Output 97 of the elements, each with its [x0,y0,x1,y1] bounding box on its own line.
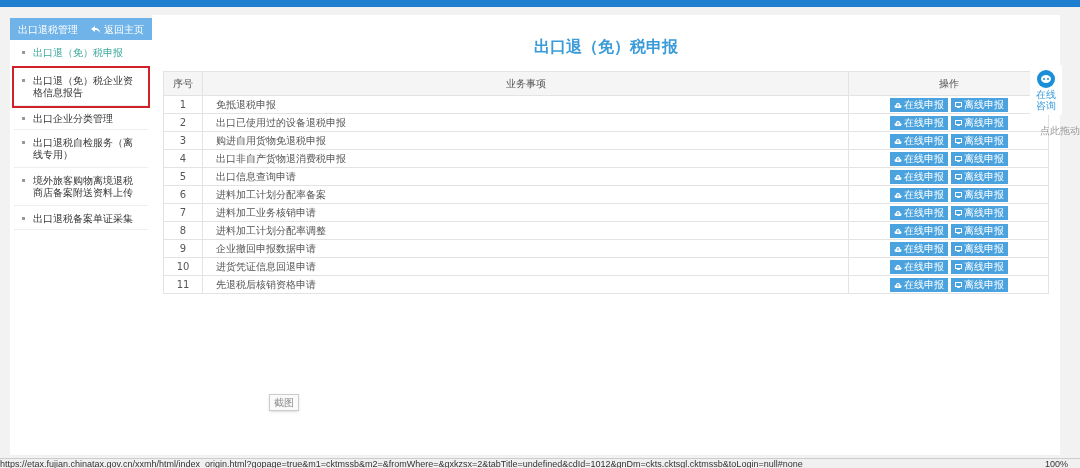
bullet-icon [22,217,25,220]
monitor-icon [954,137,962,144]
sidebar-item-label: 出口退税自检服务（离线专用） [33,137,134,161]
table-cell: 2 [163,113,203,132]
bullet-icon [22,79,25,82]
online-submit-button[interactable]: 在线申报 [889,97,948,112]
cloud-upload-icon [893,245,902,252]
cloud-upload-icon [893,137,902,144]
table-cell: 出口信息查询申请 [202,167,849,186]
offline-submit-button[interactable]: 离线申报 [950,259,1008,274]
offline-submit-button[interactable]: 离线申报 [950,187,1008,202]
table-cell: 10 [163,257,203,276]
offline-submit-button[interactable]: 离线申报 [950,223,1008,238]
table-cell: 9 [163,239,203,258]
offline-submit-button[interactable]: 离线申报 [950,133,1008,148]
table-cell: 免抵退税申报 [202,95,849,114]
cloud-upload-icon [893,281,902,288]
monitor-icon [954,119,962,126]
online-submit-button[interactable]: 在线申报 [889,115,948,130]
table-cell: 先退税后核销资格申请 [202,275,849,294]
sidebar-item-label: 出口退（免）税企业资格信息报告 [33,75,134,99]
bullet-icon [22,179,25,182]
table-cell: 出口非自产货物退消费税申报 [202,149,849,168]
cloud-upload-icon [893,227,902,234]
sidebar-item[interactable]: 出口退（免）税申报 [14,40,148,68]
column-header: 业务事项 [202,71,849,96]
online-submit-button[interactable]: 在线申报 [889,241,948,256]
table-cell: 8 [163,221,203,240]
table-cell: 购进自用货物免退税申报 [202,131,849,150]
cloud-upload-icon [893,191,902,198]
offline-submit-button[interactable]: 离线申报 [950,241,1008,256]
table-cell: 进料加工计划分配率备案 [202,185,849,204]
table-cell: 7 [163,203,203,222]
offline-submit-button[interactable]: 离线申报 [950,97,1008,112]
table-cell: 3 [163,131,203,150]
table-cell: 6 [163,185,203,204]
consult-label: 在线咨询 [1036,89,1056,111]
monitor-icon [954,227,962,234]
table-cell: 企业撤回申报数据申请 [202,239,849,258]
offline-submit-button[interactable]: 离线申报 [950,277,1008,292]
table-cell: 进料加工业务核销申请 [202,203,849,222]
online-submit-button[interactable]: 在线申报 [889,205,948,220]
cloud-upload-icon [893,173,902,180]
bullet-icon [22,117,25,120]
table-cell: 出口已使用过的设备退税申报 [202,113,849,132]
offline-submit-button[interactable]: 离线申报 [950,115,1008,130]
online-submit-button[interactable]: 在线申报 [889,259,948,274]
monitor-icon [954,245,962,252]
offline-submit-button[interactable]: 离线申报 [950,151,1008,166]
back-arrow-icon [91,25,100,33]
cloud-upload-icon [893,209,902,216]
sidebar-item[interactable]: 出口退（免）税企业资格信息报告 [14,68,148,106]
sidebar-item[interactable]: 境外旅客购物离境退税商店备案附送资料上传 [14,168,148,206]
table-cell: 4 [163,149,203,168]
online-submit-button[interactable]: 在线申报 [889,151,948,166]
sidebar-item-label: 出口退（免）税申报 [33,47,123,59]
sidebar-item-label: 出口退税备案单证采集 [33,213,133,225]
cloud-upload-icon [893,263,902,270]
bullet-icon [22,141,25,144]
online-submit-button[interactable]: 在线申报 [889,277,948,292]
table-cell: 进货凭证信息回退申请 [202,257,849,276]
sidebar-item-label: 境外旅客购物离境退税商店备案附送资料上传 [33,175,134,199]
sidebar-item-label: 出口企业分类管理 [33,113,113,125]
offline-submit-button[interactable]: 离线申报 [950,169,1008,184]
online-submit-button[interactable]: 在线申报 [889,133,948,148]
cloud-upload-icon [893,101,902,108]
consult-widget[interactable]: 在线咨询 [1030,65,1062,115]
table-cell: 1 [163,95,203,114]
online-submit-button[interactable]: 在线申报 [889,187,948,202]
zoom-level[interactable]: 100% [1044,458,1068,468]
table-cell: 进料加工计划分配率调整 [202,221,849,240]
monitor-icon [954,263,962,270]
column-header: 序号 [163,71,203,96]
monitor-icon [954,173,962,180]
table-cell: 5 [163,167,203,186]
cloud-upload-icon [893,119,902,126]
sidebar-item[interactable]: 出口退税自检服务（离线专用） [14,130,148,168]
page-title: 出口退（免）税申报 [533,36,679,58]
sidebar-item[interactable]: 出口企业分类管理 [14,106,148,130]
table-cell: 11 [163,275,203,294]
sidebar-title: 出口退税管理 [18,22,78,37]
sidebar-item[interactable]: 出口退税备案单证采集 [14,206,148,230]
back-home-link[interactable]: 返回主页 [91,21,144,37]
monitor-icon [954,281,962,288]
monitor-icon [954,209,962,216]
monitor-icon [954,155,962,162]
monitor-icon [954,191,962,198]
online-submit-button[interactable]: 在线申报 [889,223,948,238]
monitor-icon [954,101,962,108]
tooltip: 截图 [269,394,299,411]
offline-submit-button[interactable]: 离线申报 [950,205,1008,220]
chat-icon [1036,69,1056,89]
drag-hint: 点此拖动 [1040,124,1080,138]
cloud-upload-icon [893,155,902,162]
bullet-icon [22,51,25,54]
status-url: https://etax.fujian.chinatax.gov.cn/xxmh/html/index_origin.html?gopage=true&m1=cktmssb&m2=&fromWhere=&gxkzsx=2&tabTitle=undefined&cdId=1012&gnDm=ckts.cktsgl.cktmssb&toLogin=null#none [0,458,803,468]
online-submit-button[interactable]: 在线申报 [889,169,948,184]
